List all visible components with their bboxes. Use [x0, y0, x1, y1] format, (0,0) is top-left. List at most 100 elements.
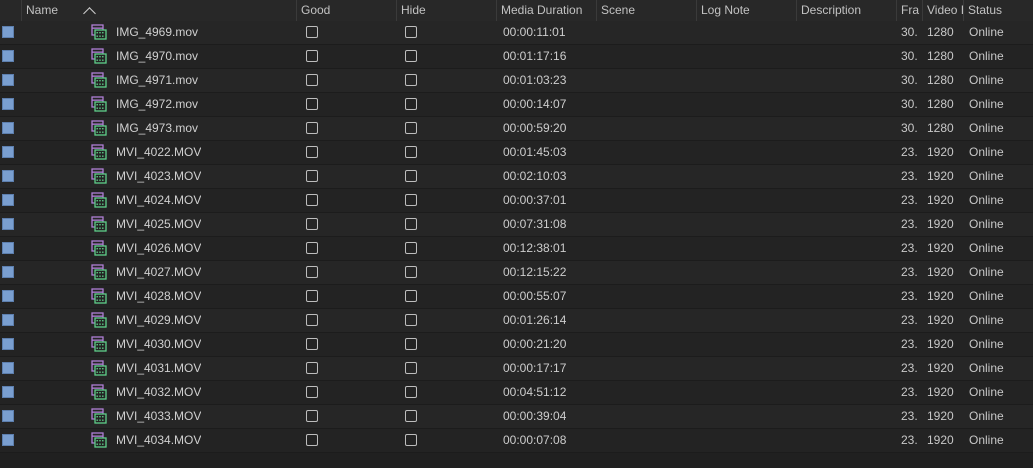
label-column-header[interactable]: [0, 0, 21, 21]
hide-checkbox[interactable]: [405, 314, 417, 326]
log-note-value[interactable]: [700, 69, 794, 92]
log-note-value[interactable]: [700, 381, 794, 404]
description-value[interactable]: [800, 69, 894, 92]
description-value[interactable]: [800, 213, 894, 236]
clip-row[interactable]: IMG_4969.mov 00:00:11:01 30. 1280 Online: [0, 21, 1033, 45]
hide-checkbox[interactable]: [405, 386, 417, 398]
clip-row[interactable]: MVI_4026.MOV 00:12:38:01 23. 1920 Online: [0, 237, 1033, 261]
label-color-swatch[interactable]: [2, 170, 14, 182]
label-color-swatch[interactable]: [2, 26, 14, 38]
scene-value[interactable]: [600, 117, 694, 140]
good-checkbox[interactable]: [306, 50, 318, 62]
label-color-swatch[interactable]: [2, 362, 14, 374]
description-value[interactable]: [800, 381, 894, 404]
log-note-value[interactable]: [700, 141, 794, 164]
clip-name[interactable]: MVI_4032.MOV: [116, 381, 201, 404]
description-value[interactable]: [800, 141, 894, 164]
scene-value[interactable]: [600, 405, 694, 428]
description-value[interactable]: [800, 285, 894, 308]
scene-value[interactable]: [600, 381, 694, 404]
column-header-name[interactable]: Name: [21, 0, 296, 21]
description-value[interactable]: [800, 405, 894, 428]
scene-value[interactable]: [600, 45, 694, 68]
good-checkbox[interactable]: [306, 290, 318, 302]
description-value[interactable]: [800, 309, 894, 332]
good-checkbox[interactable]: [306, 362, 318, 374]
clip-name[interactable]: MVI_4028.MOV: [116, 285, 201, 308]
hide-checkbox[interactable]: [405, 74, 417, 86]
hide-checkbox[interactable]: [405, 98, 417, 110]
hide-checkbox[interactable]: [405, 26, 417, 38]
clip-row[interactable]: MVI_4034.MOV 00:00:07:08 23. 1920 Online: [0, 429, 1033, 453]
good-checkbox[interactable]: [306, 146, 318, 158]
hide-checkbox[interactable]: [405, 242, 417, 254]
column-header-description[interactable]: Description: [796, 0, 896, 21]
good-checkbox[interactable]: [306, 194, 318, 206]
good-checkbox[interactable]: [306, 410, 318, 422]
description-value[interactable]: [800, 45, 894, 68]
clip-name[interactable]: IMG_4973.mov: [116, 117, 198, 140]
clip-row[interactable]: MVI_4025.MOV 00:07:31:08 23. 1920 Online: [0, 213, 1033, 237]
log-note-value[interactable]: [700, 189, 794, 212]
scene-value[interactable]: [600, 93, 694, 116]
scene-value[interactable]: [600, 333, 694, 356]
hide-checkbox[interactable]: [405, 290, 417, 302]
scene-value[interactable]: [600, 69, 694, 92]
column-header-media-duration[interactable]: Media Duration: [496, 0, 596, 21]
scene-value[interactable]: [600, 285, 694, 308]
clip-name[interactable]: IMG_4969.mov: [116, 21, 198, 44]
column-header-video-info[interactable]: Video I: [922, 0, 963, 21]
log-note-value[interactable]: [700, 405, 794, 428]
log-note-value[interactable]: [700, 357, 794, 380]
clip-row[interactable]: MVI_4024.MOV 00:00:37:01 23. 1920 Online: [0, 189, 1033, 213]
scene-value[interactable]: [600, 165, 694, 188]
log-note-value[interactable]: [700, 309, 794, 332]
clip-row[interactable]: IMG_4972.mov 00:00:14:07 30. 1280 Online: [0, 93, 1033, 117]
clip-row[interactable]: MVI_4030.MOV 00:00:21:20 23. 1920 Online: [0, 333, 1033, 357]
scene-value[interactable]: [600, 213, 694, 236]
clip-name[interactable]: MVI_4022.MOV: [116, 141, 201, 164]
clip-row[interactable]: MVI_4033.MOV 00:00:39:04 23. 1920 Online: [0, 405, 1033, 429]
column-header-hide[interactable]: Hide: [396, 0, 496, 21]
hide-checkbox[interactable]: [405, 218, 417, 230]
description-value[interactable]: [800, 117, 894, 140]
clip-name[interactable]: MVI_4024.MOV: [116, 189, 201, 212]
column-header-scene[interactable]: Scene: [596, 0, 696, 21]
scene-value[interactable]: [600, 237, 694, 260]
good-checkbox[interactable]: [306, 314, 318, 326]
log-note-value[interactable]: [700, 429, 794, 452]
clip-row[interactable]: MVI_4029.MOV 00:01:26:14 23. 1920 Online: [0, 309, 1033, 333]
hide-checkbox[interactable]: [405, 266, 417, 278]
description-value[interactable]: [800, 333, 894, 356]
scene-value[interactable]: [600, 189, 694, 212]
label-color-swatch[interactable]: [2, 266, 14, 278]
hide-checkbox[interactable]: [405, 50, 417, 62]
description-value[interactable]: [800, 237, 894, 260]
hide-checkbox[interactable]: [405, 338, 417, 350]
hide-checkbox[interactable]: [405, 410, 417, 422]
label-color-swatch[interactable]: [2, 50, 14, 62]
clip-name[interactable]: MVI_4023.MOV: [116, 165, 201, 188]
column-header-good[interactable]: Good: [296, 0, 396, 21]
label-color-swatch[interactable]: [2, 194, 14, 206]
hide-checkbox[interactable]: [405, 434, 417, 446]
label-color-swatch[interactable]: [2, 218, 14, 230]
good-checkbox[interactable]: [306, 74, 318, 86]
log-note-value[interactable]: [700, 261, 794, 284]
good-checkbox[interactable]: [306, 26, 318, 38]
clip-name[interactable]: IMG_4972.mov: [116, 93, 198, 116]
label-color-swatch[interactable]: [2, 386, 14, 398]
hide-checkbox[interactable]: [405, 122, 417, 134]
log-note-value[interactable]: [700, 165, 794, 188]
hide-checkbox[interactable]: [405, 170, 417, 182]
clip-name[interactable]: MVI_4030.MOV: [116, 333, 201, 356]
log-note-value[interactable]: [700, 93, 794, 116]
hide-checkbox[interactable]: [405, 194, 417, 206]
label-color-swatch[interactable]: [2, 242, 14, 254]
clip-row[interactable]: MVI_4022.MOV 00:01:45:03 23. 1920 Online: [0, 141, 1033, 165]
log-note-value[interactable]: [700, 21, 794, 44]
label-color-swatch[interactable]: [2, 434, 14, 446]
description-value[interactable]: [800, 261, 894, 284]
clip-row[interactable]: MVI_4027.MOV 00:12:15:22 23. 1920 Online: [0, 261, 1033, 285]
label-color-swatch[interactable]: [2, 314, 14, 326]
